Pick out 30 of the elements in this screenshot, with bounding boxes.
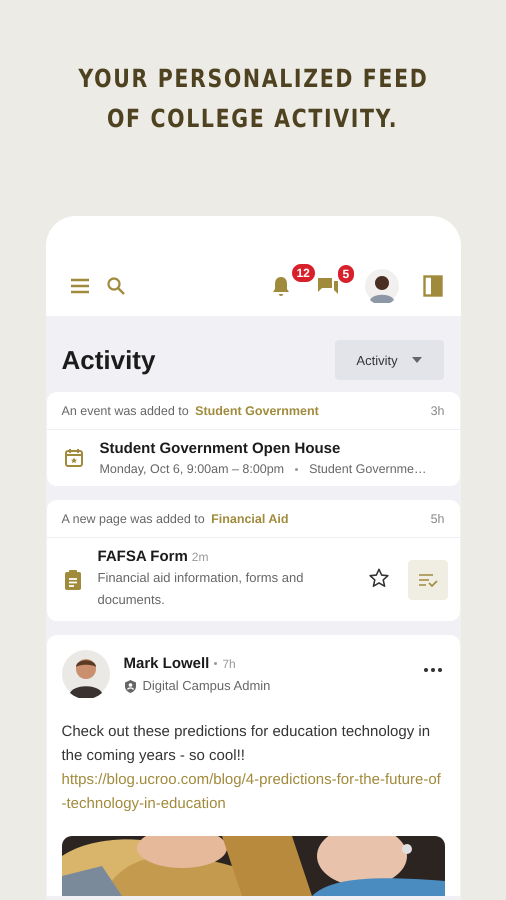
filter-dropdown[interactable]: Activity [334, 340, 444, 380]
page-title-link[interactable]: FAFSA Form [98, 548, 188, 565]
avatar-icon[interactable] [62, 650, 110, 698]
post-text: Check out these predictions for education technology in the coming years - so cool!! [62, 722, 432, 766]
event-location: Student Governme… [309, 462, 427, 476]
user-badge-icon [124, 678, 136, 692]
activity-text: A new page was added to Financial Aid [62, 512, 288, 526]
page-title: Activity [62, 344, 156, 376]
message-badge: 5 [336, 264, 356, 284]
timestamp: 3h [430, 404, 444, 418]
bell-icon[interactable] [270, 275, 290, 297]
notification-badge: 12 [290, 263, 316, 283]
headline: YOUR PERSONALIZED FEED [78, 64, 428, 94]
checklist-button[interactable] [408, 560, 448, 600]
page-description: Financial aid information, forms and documents. [98, 569, 304, 609]
event-date: Monday, Oct 6, 9:00am – 8:00pm [100, 462, 284, 476]
headline: OF COLLEGE ACTIVITY. [107, 104, 399, 134]
activity-text: An event was added to Student Government [62, 404, 319, 418]
clipboard-icon [64, 568, 82, 590]
avatar-icon[interactable] [364, 269, 398, 303]
checklist-icon [418, 572, 438, 586]
timestamp: 5h [430, 512, 444, 526]
calendar-icon [64, 448, 84, 468]
caret-icon [412, 357, 422, 363]
timestamp: 2m [192, 550, 208, 564]
author-name[interactable]: Mark Lowell [124, 655, 210, 672]
chat-icon[interactable] [316, 276, 338, 296]
author-role: Digital Campus Admin [142, 678, 270, 693]
event-title[interactable]: Student Government Open House [100, 440, 448, 457]
timestamp: 7h [222, 656, 236, 670]
